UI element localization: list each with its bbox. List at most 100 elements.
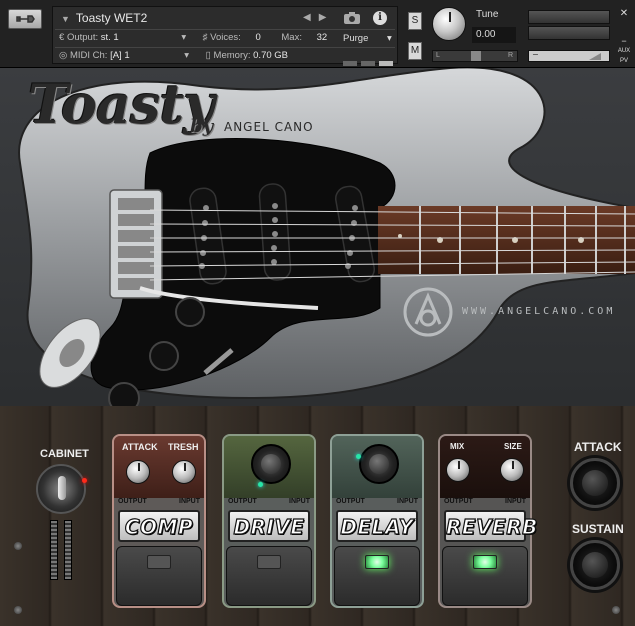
logo-author: ANGEL CANO [224, 120, 314, 134]
comp-pedal-top: ATTACK TRESH [114, 436, 204, 498]
collapse-triangle-icon[interactable]: ▼ [61, 14, 70, 24]
delay-knob[interactable] [359, 444, 399, 484]
voices-label: Voices: [210, 32, 241, 43]
comp-attack-label: ATTACK [122, 442, 158, 452]
volume-slider[interactable]: − [528, 50, 610, 62]
drive-pedal: OUTPUT INPUT DRIVE [222, 434, 316, 608]
delay-pedal: OUTPUT INPUT DELAY [330, 434, 424, 608]
drive-pedal-top [224, 436, 314, 498]
output-row[interactable]: € Output: st. 1 ▾ ♯ Voices: 0 Max: 32 [59, 32, 327, 43]
voices-icon: ♯ [202, 32, 208, 43]
reverb-io-labels: OUTPUT INPUT [444, 498, 526, 505]
purge-label: Purge [343, 33, 369, 44]
tune-knob[interactable] [432, 7, 466, 41]
cabinet-fader[interactable] [50, 520, 76, 580]
delay-input-label: INPUT [397, 498, 418, 505]
reverb-name: REVERB [445, 514, 538, 539]
midi-icon: ◎ [59, 50, 68, 61]
comp-tresh-knob[interactable] [172, 460, 196, 484]
delay-led [356, 454, 361, 459]
tune-value[interactable]: 0.00 [472, 27, 516, 43]
memory-value: 0.70 GB [253, 50, 288, 61]
minimize-icon[interactable]: − [617, 36, 631, 46]
delay-footswitch[interactable] [334, 546, 420, 606]
output-icon: € [59, 32, 65, 43]
divider [55, 29, 395, 30]
reverb-mix-knob[interactable] [446, 458, 470, 482]
midi-value[interactable]: [A] 1 [110, 50, 130, 61]
tune-label: Tune [476, 9, 499, 20]
drive-knob[interactable] [251, 444, 291, 484]
pan-slider[interactable]: L R [432, 50, 518, 62]
pan-handle[interactable] [471, 51, 481, 61]
comp-output-label: OUTPUT [118, 498, 147, 505]
amp-attack-knob[interactable] [570, 458, 620, 508]
reverb-mix-label: MIX [450, 442, 465, 451]
info-icon[interactable]: i [373, 11, 387, 25]
delay-output-label: OUTPUT [336, 498, 365, 505]
reverb-bypass-indicator [473, 555, 497, 569]
solo-button[interactable]: S [408, 12, 422, 30]
instrument-nav-arrows[interactable]: ◀▶ [303, 12, 334, 23]
screw-icon [612, 606, 620, 614]
wrench-icon[interactable] [8, 9, 42, 29]
close-icon[interactable]: ✕ [617, 8, 631, 20]
aux-button[interactable]: AUX [617, 48, 631, 54]
output-label: Output: [66, 32, 99, 43]
reverb-size-knob[interactable] [500, 458, 524, 482]
pv-button[interactable]: PV [617, 58, 631, 64]
reverb-pedal-top: MIX SIZE [440, 436, 530, 498]
drive-footswitch[interactable] [226, 546, 312, 606]
volume-triangle-icon [589, 53, 601, 60]
delay-name-plate: DELAY [336, 510, 418, 542]
amp-attack-label: ATTACK [574, 440, 622, 454]
drive-bypass-indicator [257, 555, 281, 569]
output-dropdown-icon[interactable]: ▾ [181, 32, 186, 43]
delay-pedal-top [332, 436, 422, 498]
delay-bypass-indicator [365, 555, 389, 569]
cabinet-label: CABINET [40, 448, 89, 460]
memory-label: Memory: [213, 50, 251, 61]
reverb-footswitch[interactable] [442, 546, 528, 606]
pan-right-label: R [507, 52, 513, 59]
output-value[interactable]: st. 1 [101, 32, 119, 43]
angelcano-logo-icon [403, 287, 453, 337]
comp-attack-knob[interactable] [126, 460, 150, 484]
camera-icon[interactable] [343, 11, 361, 25]
reverb-size-label: SIZE [504, 442, 522, 451]
pan-left-label: L [436, 52, 440, 59]
voices-value: 0 [255, 32, 261, 43]
instrument-info-panel: ▼ Toasty WET2 ◀▶ i € Output: st. 1 ▾ ♯ Vo… [52, 6, 398, 66]
drive-led [258, 482, 263, 487]
comp-footswitch[interactable] [116, 546, 202, 606]
instrument-name[interactable]: ▼ Toasty WET2 [61, 11, 147, 25]
screw-icon [14, 606, 22, 614]
drive-output-label: OUTPUT [228, 498, 257, 505]
reverb-pedal: MIX SIZE OUTPUT INPUT REVERB [438, 434, 538, 608]
level-meter-right [528, 26, 610, 40]
purge-dropdown[interactable]: Purge ▾ [343, 33, 392, 44]
memory-icon: ▯ [205, 50, 211, 61]
drive-name: DRIVE [233, 514, 305, 539]
reverb-name-plate: REVERB [444, 510, 538, 542]
comp-name-plate: COMP [118, 510, 200, 542]
midi-row[interactable]: ◎ MIDI Ch: [A] 1 ▾ ▯ Memory: 0.70 GB [59, 50, 288, 61]
mute-button[interactable]: M [408, 42, 422, 60]
comp-input-label: INPUT [179, 498, 200, 505]
pedalboard-floor [0, 406, 635, 626]
instrument-panel: Toasty by ANGEL CANO WWW.ANGELCANO.COM C… [0, 68, 635, 626]
amp-sustain-knob[interactable] [570, 540, 620, 590]
max-value[interactable]: 32 [317, 32, 328, 43]
instrument-name-text: Toasty WET2 [75, 11, 148, 25]
drive-name-plate: DRIVE [228, 510, 310, 542]
kontakt-instrument-header: ▼ Toasty WET2 ◀▶ i € Output: st. 1 ▾ ♯ Vo… [0, 0, 635, 68]
comp-name: COMP [124, 514, 194, 539]
cabinet-toggle-switch[interactable] [36, 464, 86, 514]
comp-bypass-indicator [147, 555, 171, 569]
drive-input-label: INPUT [289, 498, 310, 505]
midi-dropdown-icon[interactable]: ▾ [184, 50, 189, 61]
comp-pedal: ATTACK TRESH OUTPUT INPUT COMP [112, 434, 206, 608]
reverb-output-label: OUTPUT [444, 498, 473, 505]
screw-icon [14, 542, 22, 550]
website-url: WWW.ANGELCANO.COM [462, 306, 616, 317]
